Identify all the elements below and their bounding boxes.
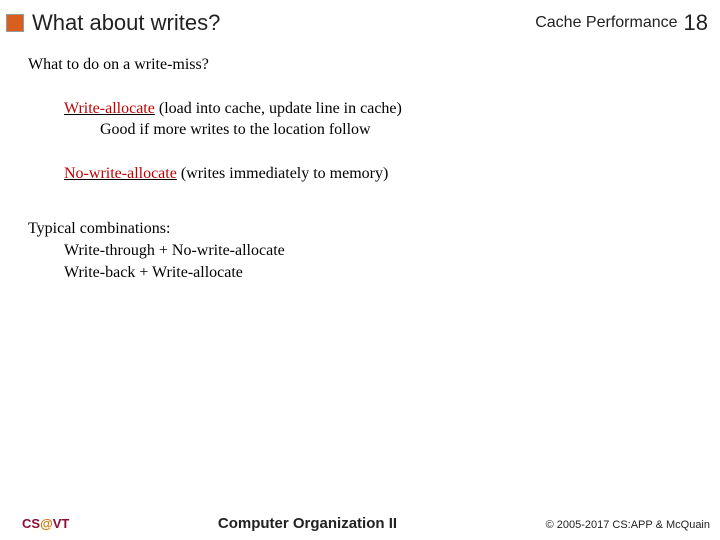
slide-header: What about writes? Cache Performance 18 [0, 0, 720, 44]
question-heading: What to do on a write-miss? [28, 54, 692, 76]
footer-cs: CS [22, 516, 40, 531]
policy-no-write-allocate: No-write-allocate (writes immediately to… [64, 163, 692, 185]
slide-content: What to do on a write-miss? Write-alloca… [0, 44, 720, 283]
policy-write-allocate: Write-allocate (load into cache, update … [64, 98, 692, 141]
slide-footer: CS@VT Computer Organization II © 2005-20… [0, 515, 720, 532]
slide-title: What about writes? [32, 10, 535, 36]
combo-item-1: Write-through + No-write-allocate [64, 240, 692, 262]
footer-at: @ [40, 516, 53, 531]
policy1-note: Good if more writes to the location foll… [100, 119, 692, 141]
page-number: 18 [684, 10, 708, 36]
combos-heading: Typical combinations: [28, 218, 692, 240]
footer-copyright: © 2005-2017 CS:APP & McQuain [546, 519, 710, 531]
policy1-name: Write-allocate [64, 100, 155, 117]
footer-affiliation: CS@VT [22, 516, 69, 531]
footer-vt: VT [53, 516, 70, 531]
footer-course-title: Computer Organization II [69, 515, 545, 532]
typical-combinations: Typical combinations: Write-through + No… [28, 218, 692, 283]
header-bullet-icon [6, 14, 24, 32]
combo-item-2: Write-back + Write-allocate [64, 262, 692, 284]
policy1-desc: (load into cache, update line in cache) [155, 100, 402, 117]
policy2-name: No-write-allocate [64, 165, 177, 182]
topic-label: Cache Performance [535, 14, 677, 32]
policy2-desc: (writes immediately to memory) [177, 165, 389, 182]
